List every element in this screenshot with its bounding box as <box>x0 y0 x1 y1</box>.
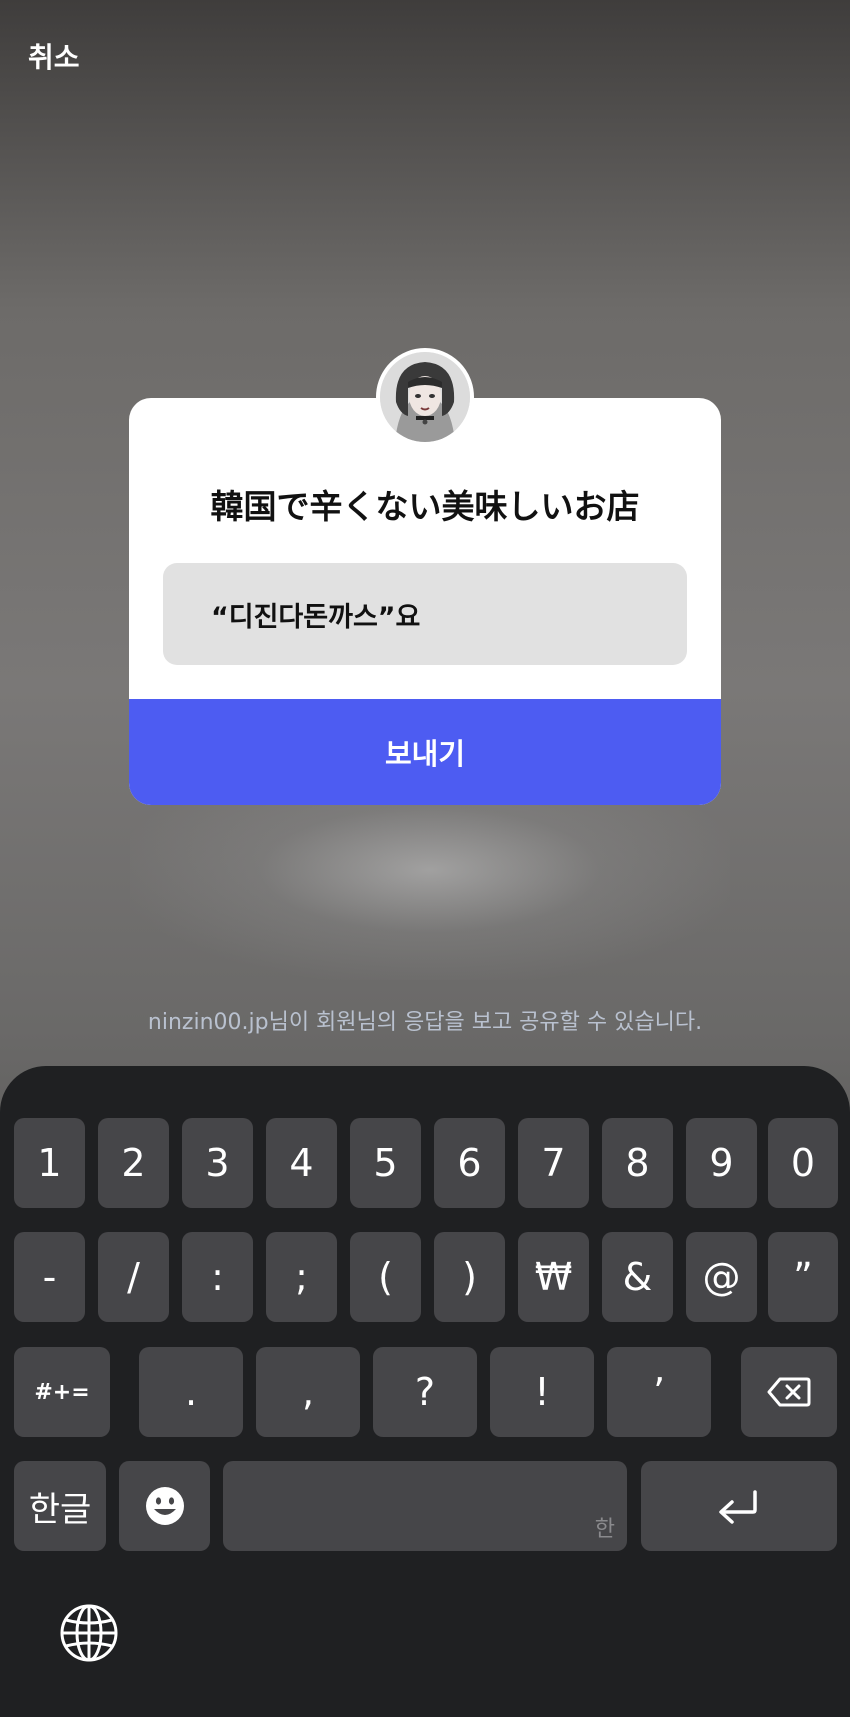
globe-button[interactable] <box>58 1602 120 1664</box>
keyboard: 1 2 3 4 5 6 7 8 9 0 - / : ; ( ) ₩ & @ ” … <box>0 1066 850 1717</box>
key-close-paren[interactable]: ) <box>434 1232 505 1322</box>
send-button[interactable]: 보내기 <box>129 699 721 805</box>
key-hyphen[interactable]: - <box>14 1232 85 1322</box>
emoji-key[interactable] <box>119 1461 210 1551</box>
answer-text: “디진다돈까스”요 <box>211 602 421 633</box>
space-key-hint: 한 <box>594 1517 615 1542</box>
question-text: 韓国で辛くない美味しいお店 <box>210 487 640 526</box>
globe-icon <box>60 1604 118 1662</box>
key-colon[interactable]: : <box>182 1232 253 1322</box>
key-4[interactable]: 4 <box>266 1118 337 1208</box>
key-at[interactable]: @ <box>686 1232 757 1322</box>
key-6[interactable]: 6 <box>434 1118 505 1208</box>
avatar-portrait-icon <box>380 352 470 442</box>
key-5[interactable]: 5 <box>350 1118 421 1208</box>
key-8[interactable]: 8 <box>602 1118 673 1208</box>
key-won[interactable]: ₩ <box>518 1232 589 1322</box>
key-0[interactable]: 0 <box>768 1118 838 1208</box>
cancel-button[interactable]: 취소 <box>28 36 80 76</box>
key-2[interactable]: 2 <box>98 1118 169 1208</box>
key-question[interactable]: ? <box>373 1347 477 1437</box>
language-switch-key[interactable]: 한글 <box>14 1461 106 1551</box>
emoji-icon <box>145 1487 184 1525</box>
question-sticker-card: 韓国で辛くない美味しいお店 “디진다돈까스”요 보내기 <box>129 398 721 805</box>
return-key[interactable] <box>641 1461 837 1551</box>
answer-input[interactable]: “디진다돈까스”요 <box>163 563 687 665</box>
key-1[interactable]: 1 <box>14 1118 85 1208</box>
key-9[interactable]: 9 <box>686 1118 757 1208</box>
key-7[interactable]: 7 <box>518 1118 589 1208</box>
key-period[interactable]: . <box>139 1347 243 1437</box>
return-icon <box>719 1490 757 1524</box>
key-3[interactable]: 3 <box>182 1118 253 1208</box>
space-key[interactable]: 한 <box>223 1461 627 1551</box>
key-quote[interactable]: ” <box>768 1232 838 1322</box>
key-slash[interactable]: / <box>98 1232 169 1322</box>
key-open-paren[interactable]: ( <box>350 1232 421 1322</box>
key-apostrophe[interactable]: ’ <box>607 1347 711 1437</box>
privacy-notice: ninzin00.jp님이 회원님의 응답을 보고 공유할 수 있습니다. <box>147 1010 703 1035</box>
key-exclamation[interactable]: ! <box>490 1347 594 1437</box>
key-ampersand[interactable]: & <box>602 1232 673 1322</box>
backspace-icon <box>767 1377 811 1407</box>
key-semicolon[interactable]: ; <box>266 1232 337 1322</box>
avatar <box>376 348 474 446</box>
key-more-symbols[interactable]: #+= <box>14 1347 110 1437</box>
backspace-key[interactable] <box>741 1347 837 1437</box>
key-comma[interactable]: , <box>256 1347 360 1437</box>
